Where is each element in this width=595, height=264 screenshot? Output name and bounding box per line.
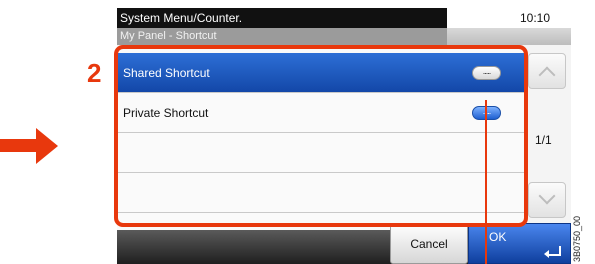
ok-label: OK [489,230,507,244]
chevron-down-icon [538,187,556,205]
page-indicator: 1/1 [535,133,552,147]
scroll-up-button[interactable] [528,53,566,89]
callout-line [485,100,487,264]
cancel-button[interactable]: Cancel [390,223,468,264]
chevron-up-icon [538,66,556,84]
step-number: 2 [87,58,102,88]
clock: 10:10 [520,11,551,25]
enter-icon [544,246,561,258]
scroll-down-button[interactable] [528,182,566,218]
image-code: 3B0750_00 [572,215,582,262]
arrow-right-icon-head [36,128,58,164]
ok-button[interactable]: OK [468,223,571,264]
highlight-frame [114,45,528,227]
window-title: System Menu/Counter. [117,8,447,28]
arrow-right-icon [0,139,36,152]
breadcrumb: My Panel - Shortcut [117,28,447,45]
